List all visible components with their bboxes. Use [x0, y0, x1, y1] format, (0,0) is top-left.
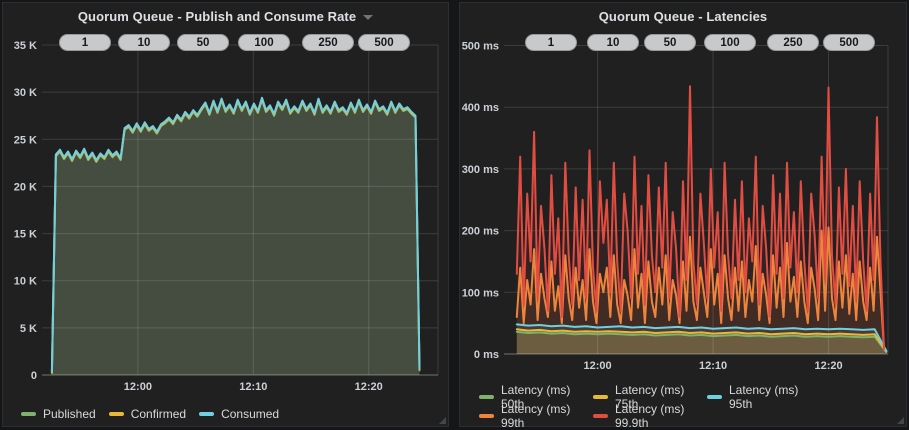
- legend-label: Confirmed: [131, 407, 186, 421]
- y-axis-tick-label: 0: [31, 370, 37, 382]
- y-axis-tick-label: 25 K: [14, 134, 37, 146]
- legend-item-consumed[interactable]: Consumed: [199, 407, 279, 421]
- panel-header: Quorum Queue - Publish and Consume Rate: [3, 3, 448, 30]
- x-axis-tick-label: 12:10: [699, 360, 727, 372]
- legend-label: Latency (ms) 99.9th: [615, 402, 707, 430]
- panel-resize-handle[interactable]: [897, 417, 904, 424]
- chart-canvas-latencies[interactable]: 0 ms 100 ms 200 ms 300 ms 400 ms 500 ms 12:00 1…: [460, 30, 908, 398]
- x-axis-tick-label: 12:00: [584, 360, 612, 372]
- panel-header: Quorum Queue - Latencies: [460, 3, 906, 30]
- legend-dash-icon: [593, 395, 608, 399]
- x-axis-tick-label: 12:00: [124, 381, 152, 393]
- annotation-pill-100[interactable]: 100: [704, 34, 756, 51]
- y-axis-tick-label: 200 ms: [462, 226, 499, 238]
- y-axis-tick-label: 10 K: [14, 276, 37, 288]
- y-axis-tick-label: 5 K: [20, 323, 37, 335]
- legend-item-confirmed[interactable]: Confirmed: [109, 407, 186, 421]
- y-axis-tick-label: 300 ms: [462, 164, 499, 176]
- annotation-pill-10[interactable]: 10: [587, 34, 639, 51]
- panel-menu-caret-icon[interactable]: [363, 15, 373, 20]
- legend-item-latency-ms-95th[interactable]: Latency (ms) 95th: [707, 383, 821, 411]
- chart-legend: Latency (ms) 50thLatency (ms) 75thLatenc…: [479, 387, 900, 425]
- y-axis-tick-label: 100 ms: [462, 287, 499, 299]
- panel-title[interactable]: Quorum Queue - Publish and Consume Rate: [78, 9, 356, 24]
- legend-label: Latency (ms) 95th: [729, 383, 821, 411]
- panel-title[interactable]: Quorum Queue - Latencies: [599, 9, 768, 24]
- x-axis-tick-label: 12:10: [239, 381, 267, 393]
- annotation-pill-50[interactable]: 50: [177, 34, 229, 51]
- y-axis-tick-label: 0 ms: [474, 349, 499, 361]
- annotation-pill-1[interactable]: 1: [525, 34, 577, 51]
- annotation-pill-500[interactable]: 500: [358, 34, 410, 51]
- annotation-pill-10[interactable]: 10: [118, 34, 170, 51]
- legend-item-latency-ms-99th[interactable]: Latency (ms) 99th: [479, 402, 593, 430]
- legend-dash-icon: [109, 412, 124, 416]
- legend-label: Latency (ms) 99th: [501, 402, 593, 430]
- legend-label: Consumed: [221, 407, 279, 421]
- annotation-pill-50[interactable]: 50: [644, 34, 696, 51]
- annotation-pill-250[interactable]: 250: [767, 34, 819, 51]
- legend-dash-icon: [707, 395, 722, 399]
- chart-canvas-publish-consume[interactable]: 05 K10 K15 K20 K25 K30 K35 K12:0012:1012…: [3, 30, 450, 398]
- legend-dash-icon: [479, 395, 494, 399]
- x-axis-tick-label: 12:20: [355, 381, 383, 393]
- annotation-pill-1[interactable]: 1: [59, 34, 111, 51]
- panel-publish-consume-rate: Quorum Queue - Publish and Consume Rate …: [2, 2, 449, 427]
- y-axis-tick-label: 500 ms: [462, 41, 499, 53]
- y-axis-tick-label: 35 K: [14, 40, 37, 52]
- y-axis-tick-label: 400 ms: [462, 102, 499, 114]
- legend-dash-icon: [593, 414, 608, 418]
- legend-dash-icon: [479, 414, 494, 418]
- annotation-pill-250[interactable]: 250: [302, 34, 354, 51]
- y-axis-tick-label: 15 K: [14, 229, 37, 241]
- y-axis-tick-label: 20 K: [14, 181, 37, 193]
- legend-item-published[interactable]: Published: [21, 407, 96, 421]
- legend-dash-icon: [21, 412, 36, 416]
- legend-item-latency-ms-99-9th[interactable]: Latency (ms) 99.9th: [593, 402, 707, 430]
- panel-latencies: Quorum Queue - Latencies 0 ms 100 ms 200 m…: [459, 2, 907, 427]
- annotation-pill-100[interactable]: 100: [238, 34, 290, 51]
- x-axis-tick-label: 12:20: [814, 360, 842, 372]
- y-axis-tick-label: 30 K: [14, 87, 37, 99]
- legend-dash-icon: [199, 412, 214, 416]
- panel-resize-handle[interactable]: [439, 417, 446, 424]
- chart-legend: Published Confirmed Consumed: [21, 404, 442, 423]
- legend-label: Published: [43, 407, 96, 421]
- annotation-pill-500[interactable]: 500: [823, 34, 875, 51]
